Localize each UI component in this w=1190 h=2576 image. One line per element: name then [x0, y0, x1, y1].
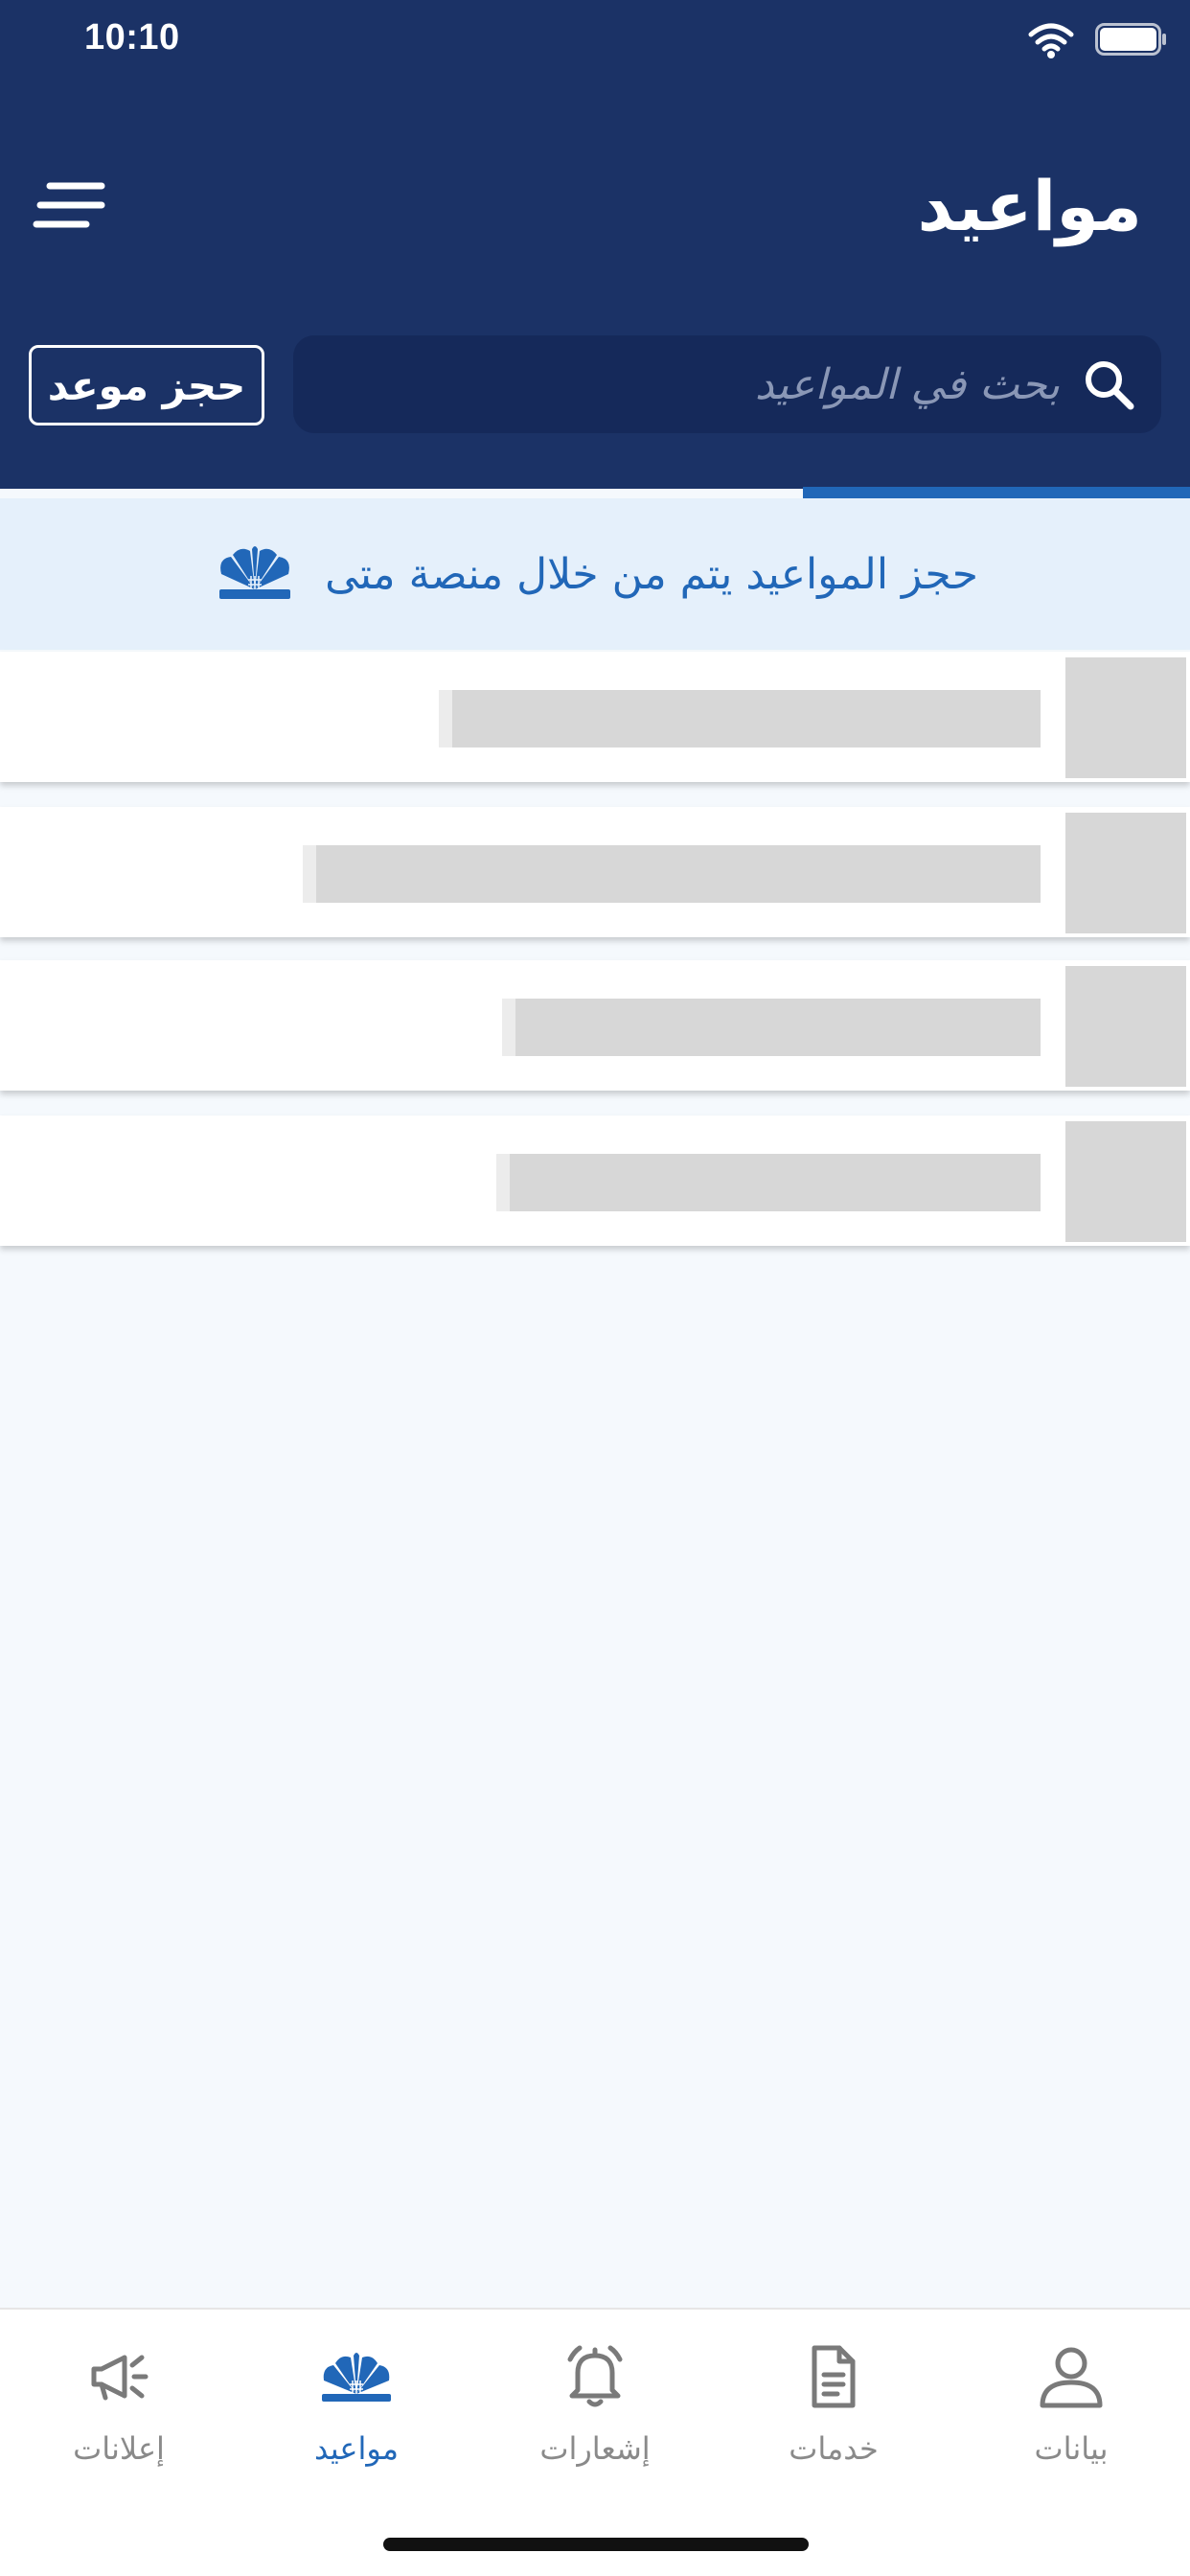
tab-indicator — [803, 487, 1190, 498]
nav-item-notifications[interactable]: إشعارات — [490, 2338, 700, 2492]
header: 10:10 مواعيد حجز موعد — [0, 0, 1190, 489]
menu-button[interactable] — [29, 171, 113, 247]
page-title: مواعيد — [917, 166, 1142, 246]
bottom-nav: إعلانات مواعيد إشعارات خدمات بيانات — [0, 2308, 1190, 2576]
skeleton-thumbnail — [1065, 1121, 1186, 1242]
book-appointment-button[interactable]: حجز موعد — [29, 345, 264, 426]
kuwait-emblem-icon — [219, 546, 291, 599]
nav-item-services[interactable]: خدمات — [728, 2338, 939, 2492]
skeleton-text-line — [502, 999, 1041, 1056]
nav-item-announcements[interactable]: إعلانات — [13, 2338, 224, 2492]
skeleton-thumbnail — [1065, 813, 1186, 933]
status-time: 10:10 — [84, 17, 180, 58]
document-icon — [812, 2345, 856, 2408]
nav-label-services: خدمات — [789, 2430, 879, 2467]
skeleton-text-line — [439, 690, 1041, 748]
nav-item-appointments[interactable]: مواعيد — [251, 2338, 462, 2492]
skeleton-thumbnail — [1065, 966, 1186, 1087]
search-box[interactable] — [293, 335, 1161, 433]
nav-label-notifications: إشعارات — [539, 2430, 651, 2467]
user-icon — [1040, 2347, 1103, 2408]
bell-icon — [567, 2345, 623, 2407]
nav-label-announcements: إعلانات — [73, 2430, 165, 2467]
nav-label-appointments: مواعيد — [313, 2430, 400, 2467]
skeleton-text-line — [303, 845, 1041, 903]
skeleton-row — [0, 960, 1190, 1091]
wifi-icon — [1028, 23, 1074, 58]
kuwait-emblem-icon — [322, 2353, 391, 2402]
skeleton-text-line — [496, 1154, 1041, 1211]
megaphone-icon — [91, 2355, 149, 2401]
nav-label-profile: بيانات — [1034, 2430, 1109, 2467]
skeleton-row — [0, 652, 1190, 782]
info-banner: حجز المواعيد يتم من خلال منصة متى — [0, 498, 1190, 650]
search-input[interactable] — [391, 353, 1062, 416]
skeleton-thumbnail — [1065, 657, 1186, 778]
skeleton-row — [0, 807, 1190, 937]
search-icon[interactable] — [1081, 356, 1138, 414]
battery-icon — [1095, 23, 1166, 56]
nav-item-profile[interactable]: بيانات — [966, 2338, 1177, 2492]
info-banner-text: حجز المواعيد يتم من خلال منصة متى — [325, 549, 978, 599]
home-indicator[interactable] — [383, 2538, 809, 2551]
skeleton-row — [0, 1116, 1190, 1246]
appointments-screen: 10:10 مواعيد حجز موعد بحث في المواعيد حج… — [0, 0, 1190, 2576]
